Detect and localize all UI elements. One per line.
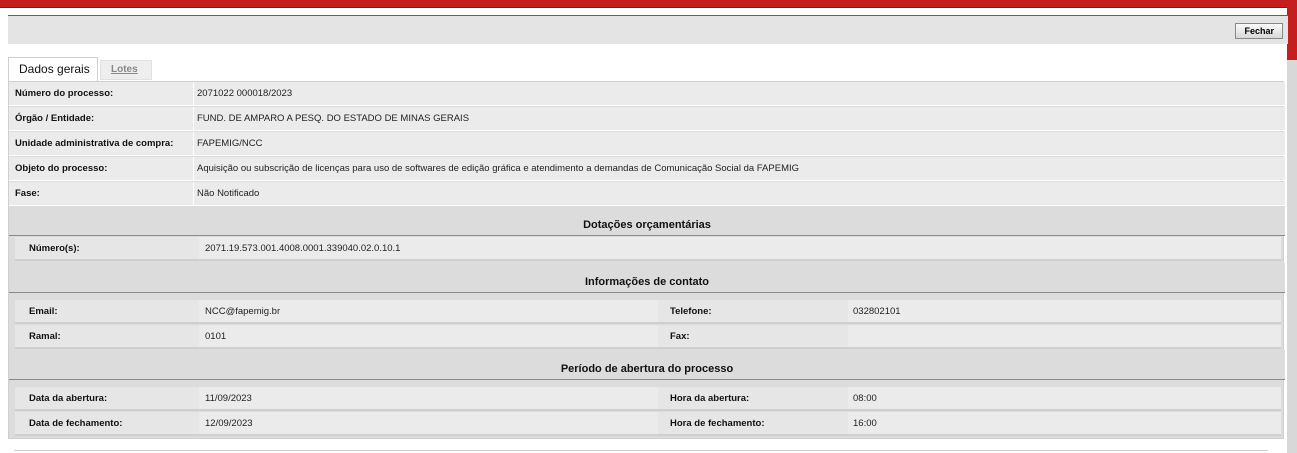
field-value: FUND. DE AMPARO A PESQ. DO ESTADO DE MIN… (197, 113, 470, 124)
field-value: 08:00 (853, 393, 877, 404)
section-dotacoes-header: Dotações orçamentárias (9, 206, 1285, 236)
divider (193, 82, 194, 106)
top-brand-bar (0, 0, 1297, 8)
section-title: Período de abertura do processo (560, 363, 734, 375)
field-label: Hora de fechamento: (670, 418, 765, 429)
bottom-divider (14, 450, 1268, 451)
field-label: Data da abertura: (29, 393, 108, 404)
divider (193, 157, 194, 181)
row-objeto-processo: Objeto do processo: Aquisição ou subscri… (9, 157, 1285, 181)
field-value: FAPEMIG/NCC (197, 138, 263, 149)
toolbar: Fechar (8, 15, 1288, 44)
divider (193, 182, 194, 206)
section-contato-header: Informações de contato (9, 263, 1285, 293)
row-numeros: Número(s): 2071.19.573.001.4008.0001.339… (15, 237, 1281, 261)
field-value: 16:00 (853, 418, 877, 429)
row-fase: Fase: Não Notificado (9, 182, 1285, 206)
tab-lotes[interactable]: Lotes (100, 60, 152, 80)
field-value: 2071.19.573.001.4008.0001.339040.02.0.10… (205, 243, 401, 254)
field-label: Número do processo: (15, 88, 114, 99)
field-label: Telefone: (670, 306, 712, 317)
field-label: Número(s): (29, 243, 80, 254)
right-edge-bar (1287, 0, 1297, 453)
field-label: Fase: (15, 188, 40, 199)
close-button[interactable]: Fechar (1235, 23, 1283, 39)
section-periodo-header: Período de abertura do processo (9, 350, 1285, 380)
row-abertura: Data da abertura: 11/09/2023 Hora da abe… (15, 387, 1281, 411)
field-label: Email: (29, 306, 58, 317)
field-label: Órgão / Entidade: (15, 113, 95, 124)
field-value: 0101 (205, 331, 227, 342)
divider (193, 107, 194, 131)
divider (193, 132, 194, 156)
field-label: Ramal: (29, 331, 61, 342)
section-title: Dotações orçamentárias (583, 219, 711, 231)
field-label: Fax: (670, 331, 690, 342)
row-email-telefone: Email: NCC@fapemig.br Telefone: 03280210… (15, 300, 1281, 324)
field-label: Objeto do processo: (15, 163, 108, 174)
tab-dados-gerais[interactable]: Dados gerais (8, 57, 98, 81)
row-unidade-administrativa: Unidade administrativa de compra: FAPEMI… (9, 132, 1285, 156)
details-panel: Número do processo: 2071022 000018/2023 … (8, 81, 1285, 439)
row-orgao-entidade: Órgão / Entidade: FUND. DE AMPARO A PESQ… (9, 107, 1285, 131)
section-title: Informações de contato (584, 276, 710, 288)
row-ramal-fax: Ramal: 0101 Fax: (15, 325, 1281, 349)
field-label: Data de fechamento: (29, 418, 123, 429)
field-value: 12/09/2023 (205, 418, 253, 429)
field-value: Aquisição ou subscrição de licenças para… (197, 163, 800, 174)
field-value: NCC@fapemig.br (205, 306, 281, 317)
field-value: 11/09/2023 (205, 393, 252, 404)
row-numero-processo: Número do processo: 2071022 000018/2023 (9, 82, 1285, 106)
field-value: 032802101 (853, 306, 901, 317)
field-value: 2071022 000018/2023 (197, 88, 293, 99)
field-label: Unidade administrativa de compra: (15, 138, 174, 149)
field-label: Hora da abertura: (670, 393, 750, 404)
field-value: Não Notificado (197, 188, 260, 199)
row-fechamento: Data de fechamento: 12/09/2023 Hora de f… (15, 412, 1281, 436)
